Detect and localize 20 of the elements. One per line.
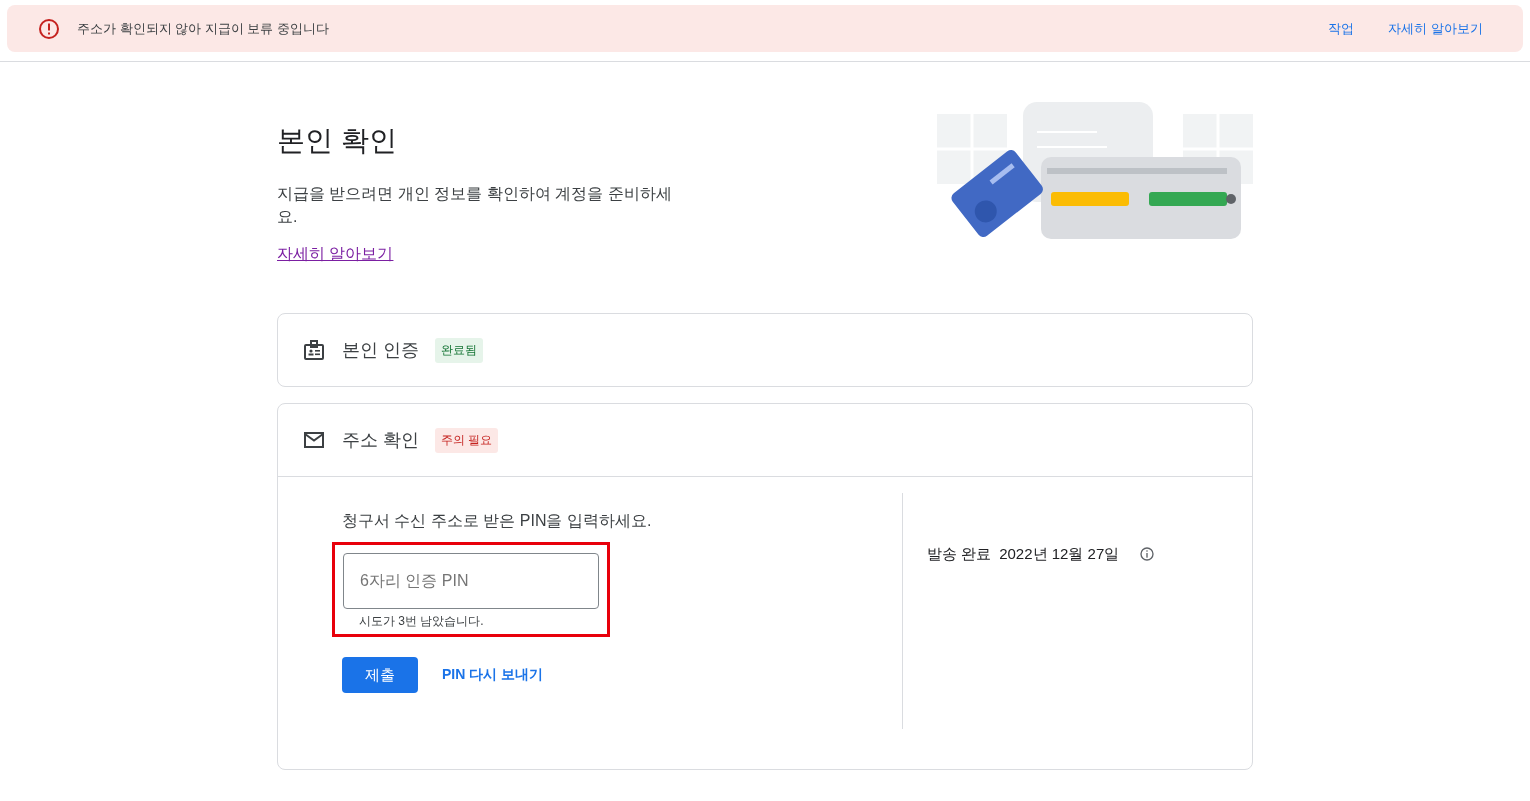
page-title: 본인 확인 — [277, 124, 398, 158]
resend-pin-link[interactable]: PIN 다시 보내기 — [442, 666, 544, 684]
id-badge-icon — [302, 338, 326, 362]
section-title: 본인 인증 — [342, 339, 419, 362]
submit-button[interactable]: 제출 — [342, 657, 418, 693]
info-icon[interactable] — [1139, 546, 1156, 562]
learn-more-link[interactable]: 자세히 알아보기 — [277, 245, 394, 262]
alert-message: 주소가 확인되지 않아 지급이 보류 중입니다 — [77, 19, 330, 38]
status-badge: 주의 필요 — [435, 427, 499, 453]
banner-link[interactable]: 자세히 알아보기 — [1388, 19, 1483, 38]
pin-instruction: 청구서 수신 주소로 받은 PIN을 입력하세요. — [342, 511, 653, 531]
sent-label: 발송 완료 — [927, 545, 992, 564]
sent-date: 2022년 12월 27일 — [999, 545, 1120, 564]
banner-link[interactable]: 작업 — [1328, 19, 1355, 38]
alert-icon — [37, 16, 61, 41]
section-title: 주소 확인 — [342, 429, 419, 452]
page-description: 지급을 받으려면 개인 정보를 확인하여 계정을 준비하세요. — [277, 184, 673, 227]
pin-input-field[interactable]: 6자리 인증 PIN — [343, 553, 599, 609]
attempts-hint: 시도가 3번 남았습니다. — [358, 613, 485, 630]
status-badge: 완료됨 — [435, 337, 483, 363]
